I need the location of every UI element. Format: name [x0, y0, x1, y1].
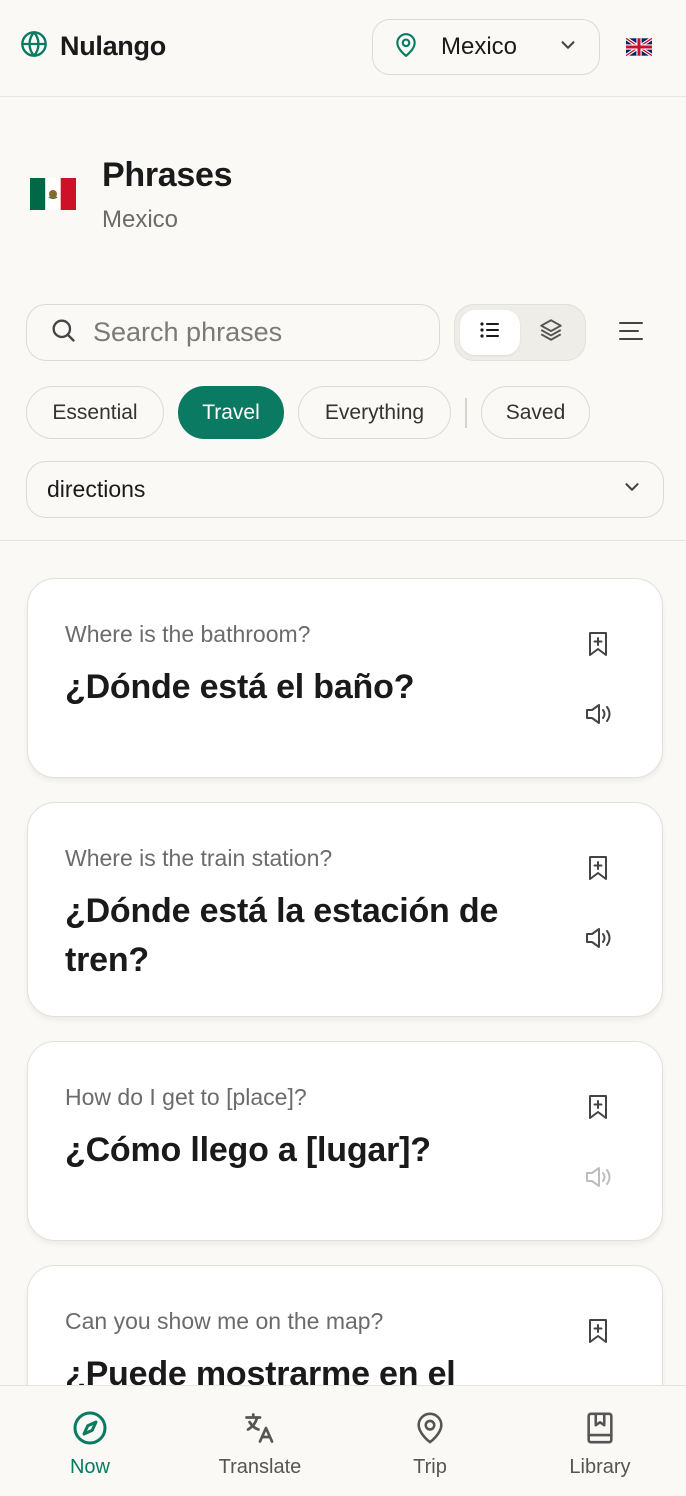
map-pin-icon — [413, 1410, 447, 1446]
mexico-flag-icon — [30, 178, 76, 210]
chip-everything[interactable]: Everything — [298, 386, 451, 439]
bookmark-add-icon[interactable] — [586, 855, 610, 881]
nav-label: Library — [569, 1456, 631, 1478]
menu-lines-icon — [618, 320, 644, 347]
chip-essential[interactable]: Essential — [26, 386, 164, 439]
list-icon — [478, 318, 502, 347]
phrase-card[interactable]: Where is the train station? ¿Dónde está … — [27, 802, 663, 1017]
map-pin-icon — [393, 31, 419, 64]
nav-now[interactable]: Now — [4, 1386, 176, 1496]
country-select-value: Mexico — [441, 33, 518, 60]
compass-icon — [72, 1410, 108, 1446]
top-bar: Nulango Mexico — [0, 0, 686, 97]
app-name: Nulango — [60, 31, 166, 61]
speaker-icon[interactable] — [584, 701, 614, 727]
layers-icon — [538, 317, 564, 348]
uk-flag-icon[interactable] — [625, 36, 653, 58]
globe-icon — [20, 30, 48, 63]
sort-button[interactable] — [614, 318, 648, 348]
phrase-english: Where is the train station? — [65, 845, 333, 871]
chevron-down-icon — [621, 476, 643, 503]
phrase-english: Can you show me on the map? — [65, 1308, 384, 1334]
brand[interactable]: Nulango — [20, 30, 166, 63]
phrase-card[interactable]: Where is the bathroom? ¿Dónde está el ba… — [27, 578, 663, 778]
page-title: Phrases — [102, 156, 233, 194]
phrase-english: How do I get to [place]? — [65, 1084, 307, 1110]
speaker-icon-disabled — [584, 1164, 614, 1190]
view-toggle — [454, 304, 586, 361]
chevron-down-icon — [557, 34, 579, 61]
search-box[interactable] — [26, 304, 440, 361]
search-icon — [49, 316, 77, 349]
bookmark-add-icon[interactable] — [586, 631, 610, 657]
phrase-spanish: ¿Dónde está la estación de tren? — [65, 892, 499, 979]
chip-travel[interactable]: Travel — [178, 386, 284, 439]
phrase-english: Where is the bathroom? — [65, 621, 311, 647]
nav-library[interactable]: Library — [514, 1386, 686, 1496]
subcategory-value: directions — [47, 476, 146, 502]
translate-icon — [242, 1410, 278, 1446]
book-bookmark-icon — [583, 1410, 617, 1446]
bookmark-add-icon[interactable] — [586, 1318, 610, 1344]
bottom-nav: Now Translate Trip Library — [0, 1385, 686, 1496]
section-divider — [0, 540, 686, 541]
phrase-spanish: ¿Dónde está el baño? — [65, 668, 415, 706]
nav-label: Trip — [413, 1456, 447, 1478]
phrase-spanish: ¿Cómo llego a [lugar]? — [65, 1131, 431, 1169]
search-input[interactable] — [93, 317, 413, 348]
nav-label: Now — [69, 1456, 110, 1478]
subcategory-select[interactable]: directions — [26, 461, 664, 518]
nav-label: Translate — [218, 1456, 302, 1478]
country-select[interactable]: Mexico — [372, 19, 600, 75]
speaker-icon[interactable] — [584, 925, 614, 951]
page-header: Phrases Mexico — [28, 154, 658, 244]
nav-trip[interactable]: Trip — [344, 1386, 516, 1496]
page-subtitle: Mexico — [102, 206, 179, 233]
chip-saved[interactable]: Saved — [481, 386, 590, 439]
list-view-button[interactable] — [460, 310, 520, 355]
chip-divider — [465, 398, 467, 428]
bookmark-add-icon[interactable] — [586, 1094, 610, 1120]
nav-translate[interactable]: Translate — [174, 1386, 346, 1496]
stack-view-button[interactable] — [521, 310, 581, 355]
phrase-card[interactable]: How do I get to [place]? ¿Cómo llego a [… — [27, 1041, 663, 1241]
